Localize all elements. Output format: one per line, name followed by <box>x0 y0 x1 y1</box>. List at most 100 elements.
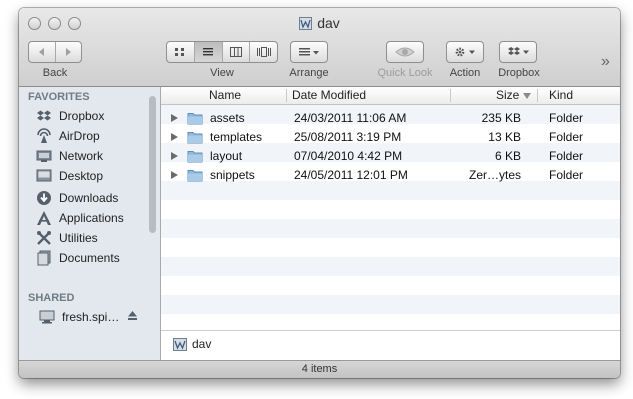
arrange-button-face <box>291 42 327 62</box>
coverflow-view-icon <box>256 47 271 57</box>
view-icons-button[interactable] <box>167 42 195 62</box>
quicklook-button-face <box>387 42 423 62</box>
icon-view-icon <box>175 48 185 56</box>
network-icon <box>36 148 52 164</box>
file-name: templates <box>210 130 263 144</box>
favorites-header: FAVORITES <box>28 91 90 103</box>
documents-icon <box>36 250 52 266</box>
file-list: Name Date Modified Size Kind assets 24/0… <box>161 87 620 330</box>
sidebar-item-applications[interactable]: Applications <box>19 208 147 228</box>
sidebar-item-downloads[interactable]: Downloads <box>19 188 147 208</box>
path-item-label: dav <box>192 337 212 351</box>
desktop-icon <box>36 168 52 184</box>
file-size: 13 KB <box>488 130 521 144</box>
view-columns-button[interactable] <box>223 42 251 62</box>
column-name[interactable]: Name <box>209 88 241 102</box>
back-button[interactable] <box>29 42 56 62</box>
column-view-icon <box>229 47 242 57</box>
forward-button[interactable] <box>56 42 82 62</box>
file-date: 25/08/2011 3:19 PM <box>294 130 402 144</box>
disclosure-triangle-icon[interactable] <box>171 152 178 160</box>
item-count: 4 items <box>301 363 338 375</box>
file-date: 24/03/2011 11:06 AM <box>294 111 407 125</box>
view-list-button[interactable] <box>194 42 223 62</box>
path-item-dav[interactable]: dav <box>173 337 211 351</box>
action-button-face <box>447 42 483 62</box>
file-date: 24/05/2011 12:01 PM <box>294 168 408 182</box>
view-switcher <box>166 41 278 63</box>
sidebar-item-label: Applications <box>59 211 124 225</box>
disk-icon <box>299 17 313 30</box>
quicklook-button[interactable] <box>386 41 424 63</box>
file-date: 07/04/2010 4:42 PM <box>294 149 403 163</box>
back-label: Back <box>42 67 68 79</box>
column-header: Name Date Modified Size Kind <box>161 87 620 105</box>
sidebar-item-label: Desktop <box>59 169 104 183</box>
sidebar-item-label: Network <box>59 149 104 163</box>
file-size: 6 KB <box>494 149 521 163</box>
sidebar-item-utilities[interactable]: Utilities <box>19 228 147 248</box>
table-row[interactable]: assets 24/03/2011 11:06 AM 235 KB Folder <box>161 109 620 128</box>
file-kind: Folder <box>549 130 584 144</box>
disclosure-triangle-icon[interactable] <box>171 114 178 122</box>
sidebar-item-desktop[interactable]: Desktop <box>19 166 147 186</box>
sidebar-item-network[interactable]: Network <box>19 146 147 166</box>
stripe <box>161 219 620 238</box>
view-coverflow-button[interactable] <box>250 42 277 62</box>
window-title: dav <box>19 15 620 31</box>
airdrop-icon <box>36 128 52 144</box>
arrange-label: Arrange <box>289 67 329 79</box>
disclosure-triangle-icon[interactable] <box>171 133 178 141</box>
arrange-icon <box>299 48 319 56</box>
column-size[interactable]: Size <box>496 88 519 102</box>
sidebar-scrollbar[interactable] <box>149 96 156 233</box>
arrange-button[interactable] <box>290 41 328 63</box>
table-row[interactable]: snippets 24/05/2011 12:01 PM Zer…ytes Fo… <box>161 166 620 185</box>
downloads-icon <box>36 190 52 206</box>
sidebar-item-label: AirDrop <box>59 129 100 143</box>
column-separator[interactable] <box>286 89 287 102</box>
file-kind: Folder <box>549 168 584 182</box>
shared-header: SHARED <box>28 292 75 304</box>
back-arrow-icon <box>39 48 45 56</box>
disk-icon <box>173 338 187 351</box>
column-separator[interactable] <box>450 89 451 102</box>
list-view-icon <box>203 48 214 56</box>
sidebar-item-dropbox[interactable]: Dropbox <box>19 106 147 126</box>
dropbox-icon <box>36 108 52 124</box>
table-row[interactable]: templates 25/08/2011 3:19 PM 13 KB Folde… <box>161 128 620 147</box>
column-kind[interactable]: Kind <box>549 88 573 102</box>
file-name: snippets <box>210 168 255 182</box>
stripe <box>161 257 620 276</box>
file-kind: Folder <box>549 111 584 125</box>
file-name: assets <box>210 111 245 125</box>
sidebar-item-shared-computer[interactable]: fresh.spi… <box>19 307 160 327</box>
eye-icon <box>395 47 415 57</box>
sidebar-item-airdrop[interactable]: AirDrop <box>19 126 147 146</box>
table-row[interactable]: layout 07/04/2010 4:42 PM 6 KB Folder <box>161 147 620 166</box>
nav-buttons <box>28 41 82 63</box>
sort-descending-icon <box>523 93 531 99</box>
utilities-icon <box>36 230 52 246</box>
forward-arrow-icon <box>65 48 71 56</box>
file-name: layout <box>210 149 243 163</box>
quicklook-label: Quick Look <box>377 67 433 79</box>
dropbox-toolbar-button[interactable] <box>499 41 537 63</box>
sidebar-item-documents[interactable]: Documents <box>19 248 147 268</box>
sidebar-item-label: Documents <box>59 251 120 265</box>
sidebar-item-label: fresh.spi… <box>62 310 120 324</box>
window-title-text: dav <box>317 15 340 31</box>
folder-icon <box>187 132 203 144</box>
finder-window: dav Back View Arrange Quick Look Action … <box>19 8 620 378</box>
column-separator[interactable] <box>537 89 538 102</box>
toolbar-overflow-button[interactable]: » <box>601 53 610 71</box>
folder-icon <box>187 170 203 182</box>
action-button[interactable] <box>446 41 484 63</box>
disclosure-triangle-icon[interactable] <box>171 171 178 179</box>
eject-icon[interactable] <box>127 310 138 324</box>
path-bar: dav <box>161 330 620 361</box>
dropbox-toolbar-button-face <box>500 42 536 62</box>
column-date-modified[interactable]: Date Modified <box>292 88 366 102</box>
gear-icon <box>455 47 475 57</box>
applications-icon <box>36 210 52 226</box>
